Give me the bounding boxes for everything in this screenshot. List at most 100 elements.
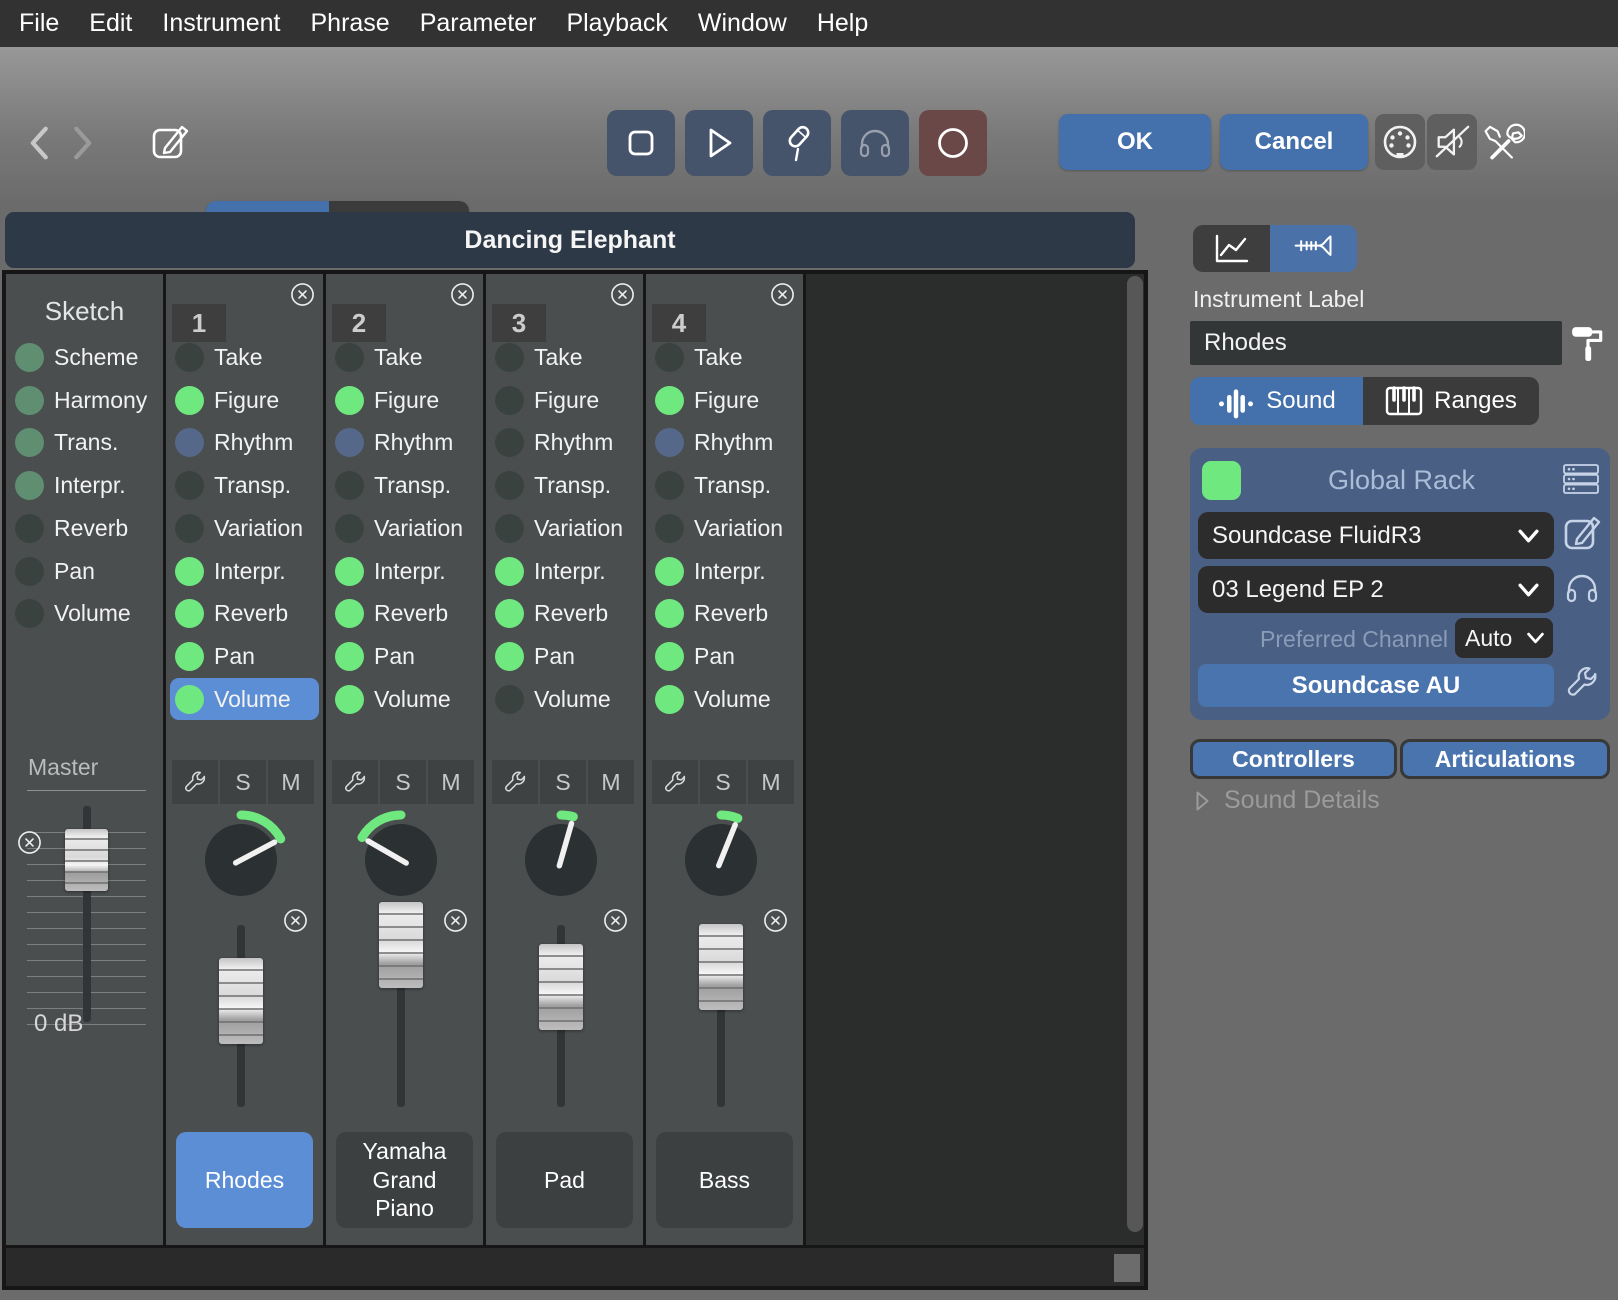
param-state-dot[interactable] <box>655 642 684 671</box>
instrument-name-plate[interactable]: Pad <box>496 1132 633 1228</box>
channel-2-param-variation[interactable]: Variation <box>330 507 479 549</box>
channel-1-param-transp[interactable]: Transp. <box>170 464 319 506</box>
param-state-dot[interactable] <box>175 599 204 628</box>
preferred-channel-select[interactable]: Auto <box>1455 618 1553 658</box>
param-state-dot[interactable] <box>495 343 524 372</box>
param-state-dot[interactable] <box>175 428 204 457</box>
tab-sound[interactable]: Sound <box>1190 377 1363 425</box>
param-state-dot[interactable] <box>175 685 204 714</box>
preview-headphones-icon[interactable] <box>1562 568 1602 608</box>
master-fader-handle[interactable] <box>65 829 108 891</box>
param-state-dot[interactable] <box>655 557 684 586</box>
mute-button[interactable]: M <box>748 760 794 804</box>
strip-settings-button[interactable] <box>492 760 538 804</box>
param-state-dot[interactable] <box>175 514 204 543</box>
param-state-dot[interactable] <box>655 514 684 543</box>
channel-3-param-pan[interactable]: Pan <box>490 635 639 677</box>
param-state-dot[interactable] <box>335 557 364 586</box>
compose-icon[interactable] <box>150 120 190 166</box>
channel-1-param-reverb[interactable]: Reverb <box>170 592 319 634</box>
channel-1-param-rhythm[interactable]: Rhythm <box>170 421 319 463</box>
param-state-dot[interactable] <box>335 471 364 500</box>
menu-file[interactable]: File <box>4 9 74 38</box>
sketch-param-pan[interactable]: Pan <box>10 550 159 592</box>
param-state-dot[interactable] <box>655 599 684 628</box>
instrument-view-button[interactable] <box>1270 225 1357 272</box>
param-state-dot[interactable] <box>15 599 44 628</box>
solo-button[interactable]: S <box>700 760 746 804</box>
menu-help[interactable]: Help <box>802 9 883 38</box>
close-channel-icon[interactable] <box>610 282 635 307</box>
param-state-dot[interactable] <box>495 685 524 714</box>
instrument-label-input[interactable] <box>1190 321 1562 365</box>
pan-knob[interactable] <box>506 805 616 915</box>
strip-settings-button[interactable] <box>652 760 698 804</box>
edit-device-icon[interactable] <box>1562 511 1602 555</box>
param-state-dot[interactable] <box>175 557 204 586</box>
tab-ranges[interactable]: Ranges <box>1363 377 1539 425</box>
pan-knob[interactable] <box>666 805 776 915</box>
midi-button[interactable] <box>1375 114 1425 170</box>
sketch-param-interpr[interactable]: Interpr. <box>10 464 159 506</box>
channel-2-param-pan[interactable]: Pan <box>330 635 479 677</box>
close-channel-icon[interactable] <box>450 282 475 307</box>
menu-edit[interactable]: Edit <box>74 9 147 38</box>
param-state-dot[interactable] <box>495 471 524 500</box>
sketch-param-scheme[interactable]: Scheme <box>10 336 159 378</box>
channel-4-param-take[interactable]: Take <box>650 336 799 378</box>
param-state-dot[interactable] <box>175 343 204 372</box>
param-state-dot[interactable] <box>495 557 524 586</box>
vertical-scrollbar[interactable] <box>1127 276 1143 1232</box>
param-state-dot[interactable] <box>655 386 684 415</box>
menu-instrument[interactable]: Instrument <box>147 9 295 38</box>
channel-4-param-variation[interactable]: Variation <box>650 507 799 549</box>
param-state-dot[interactable] <box>15 386 44 415</box>
menu-phrase[interactable]: Phrase <box>296 9 405 38</box>
channel-2-param-take[interactable]: Take <box>330 336 479 378</box>
channel-3-param-take[interactable]: Take <box>490 336 639 378</box>
channel-4-param-reverb[interactable]: Reverb <box>650 592 799 634</box>
channel-1-param-figure[interactable]: Figure <box>170 379 319 421</box>
record-button[interactable] <box>919 110 987 176</box>
channel-3-param-figure[interactable]: Figure <box>490 379 639 421</box>
master-reset-icon[interactable] <box>17 830 42 855</box>
param-state-dot[interactable] <box>335 428 364 457</box>
pan-knob[interactable] <box>346 805 456 915</box>
sketch-param-trans[interactable]: Trans. <box>10 421 159 463</box>
param-state-dot[interactable] <box>335 642 364 671</box>
channel-4-param-interpr[interactable]: Interpr. <box>650 550 799 592</box>
param-state-dot[interactable] <box>335 599 364 628</box>
strip-settings-button[interactable] <box>332 760 378 804</box>
channel-3-param-reverb[interactable]: Reverb <box>490 592 639 634</box>
solo-button[interactable]: S <box>380 760 426 804</box>
param-state-dot[interactable] <box>175 642 204 671</box>
play-button[interactable] <box>685 110 753 176</box>
mute-button[interactable]: M <box>268 760 314 804</box>
mute-button[interactable]: M <box>588 760 634 804</box>
param-state-dot[interactable] <box>335 386 364 415</box>
instrument-name-plate[interactable]: Yamaha Grand Piano <box>336 1132 473 1228</box>
tools-icon[interactable] <box>1479 117 1525 167</box>
solo-button[interactable]: S <box>540 760 586 804</box>
channel-2-param-volume[interactable]: Volume <box>330 678 479 720</box>
sketch-param-harmony[interactable]: Harmony <box>10 379 159 421</box>
mute-button[interactable] <box>1427 114 1477 170</box>
param-state-dot[interactable] <box>335 685 364 714</box>
param-state-dot[interactable] <box>655 343 684 372</box>
menu-parameter[interactable]: Parameter <box>405 9 552 38</box>
resize-handle[interactable] <box>1114 1254 1140 1282</box>
channel-4-param-transp[interactable]: Transp. <box>650 464 799 506</box>
cancel-button[interactable]: Cancel <box>1220 114 1368 170</box>
channel-1-param-volume[interactable]: Volume <box>170 678 319 720</box>
volume-fader-handle[interactable] <box>379 902 423 988</box>
menu-window[interactable]: Window <box>683 9 802 38</box>
ok-button[interactable]: OK <box>1059 114 1211 170</box>
strip-settings-button[interactable] <box>172 760 218 804</box>
record-arm-button[interactable] <box>763 110 831 176</box>
instrument-name-plate[interactable]: Rhodes <box>176 1132 313 1228</box>
param-state-dot[interactable] <box>175 471 204 500</box>
fader-reset-icon[interactable] <box>763 908 788 933</box>
param-state-dot[interactable] <box>495 514 524 543</box>
param-state-dot[interactable] <box>495 599 524 628</box>
channel-2-param-transp[interactable]: Transp. <box>330 464 479 506</box>
